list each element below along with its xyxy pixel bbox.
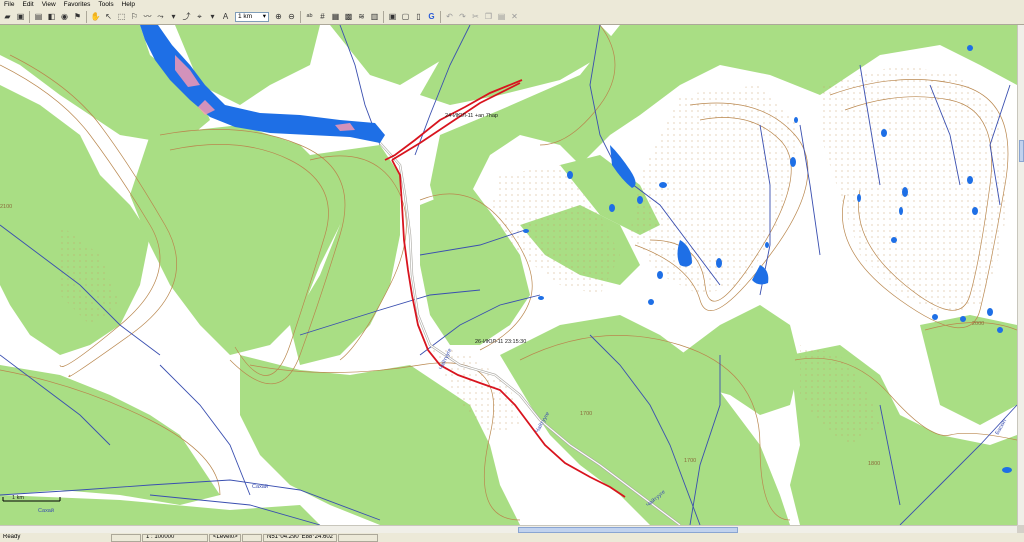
pan-hand-icon[interactable]: ✋: [91, 12, 101, 22]
map-view-icon[interactable]: ▣: [388, 12, 398, 22]
info-icon[interactable]: ▢: [401, 12, 411, 22]
grid-icon[interactable]: #: [318, 12, 328, 22]
waypoint-label-mid: 26-ИЮЛ-11 23:15:30: [475, 339, 526, 345]
measure-icon[interactable]: ▾: [169, 12, 179, 22]
status-blank: [242, 533, 262, 542]
map-scale-select[interactable]: 1 km ▾: [235, 11, 269, 22]
river-label-bottom: Сахай: [252, 483, 268, 490]
toolbar: ▰ ▣ ▤ ◧ ◉ ⚑ ✋ ↖ ⬚ ⚐ 〰 ⤳ ▾ ⤴ ⌖ ▾ A 1 km ▾…: [0, 9, 1024, 25]
elevation-label: 1800: [868, 461, 880, 467]
status-coordinates: N51°04.290' E88°24.602': [263, 533, 337, 542]
status-ready: Ready: [3, 534, 21, 540]
gps-icon[interactable]: ⌖: [195, 12, 205, 22]
menu-help[interactable]: Help: [118, 0, 139, 9]
zoom-box-icon[interactable]: ⬚: [117, 12, 127, 22]
status-blank: [111, 533, 141, 542]
status-bar: Ready 1 : 100000 <Level0> N51°04.290' E8…: [0, 533, 1024, 542]
toolbar-divider: [300, 10, 301, 23]
elevation-label: 2100: [0, 204, 12, 210]
abc-labels-icon[interactable]: ᵃᵇ: [305, 12, 315, 22]
map-scale-value: 1 km: [238, 12, 253, 20]
menu-view[interactable]: View: [38, 0, 60, 9]
open-folder-icon[interactable]: ▰: [3, 12, 13, 22]
terrain-icon[interactable]: ▩: [344, 12, 354, 22]
toolbar-divider: [29, 10, 30, 23]
waypoint-tool-icon[interactable]: ⚐: [130, 12, 140, 22]
waypoint-label-top: 24-ИЮЛ-11 +an 7hap: [445, 113, 498, 119]
undo-icon[interactable]: ↶: [445, 12, 455, 22]
river-label-left: Сахай: [38, 507, 54, 514]
elevation-label: 1700: [684, 458, 696, 464]
color-map-icon[interactable]: ▦: [331, 12, 341, 22]
toolbar-divider: [440, 10, 441, 23]
elevation-label: 1700: [580, 411, 592, 417]
dropdown-chevron-icon[interactable]: ▾: [208, 12, 218, 22]
chevron-down-icon: ▾: [262, 12, 266, 20]
route-icon[interactable]: ⚑: [73, 12, 83, 22]
horizontal-scrollbar[interactable]: [0, 525, 1017, 533]
zoom-out-icon[interactable]: ⊖: [287, 12, 297, 22]
select-arrow-icon[interactable]: ↖: [104, 12, 114, 22]
contours-icon[interactable]: ≋: [357, 12, 367, 22]
cut-icon[interactable]: ✂: [471, 12, 481, 22]
layers-icon[interactable]: ◧: [47, 12, 57, 22]
elevation-label: 2000: [972, 321, 984, 327]
save-icon[interactable]: ▣: [16, 12, 26, 22]
zoom-in-icon[interactable]: ⊕: [274, 12, 284, 22]
directions-icon[interactable]: ⤴: [182, 12, 192, 22]
menu-bar: File Edit View Favorites Tools Help: [0, 0, 1024, 9]
page-icon[interactable]: ▯: [414, 12, 424, 22]
track-tool-icon[interactable]: 〰: [143, 12, 153, 22]
status-level: <Level0>: [209, 533, 241, 542]
toolbar-divider: [86, 10, 87, 23]
vertical-scrollbar[interactable]: [1017, 25, 1024, 525]
menu-tools[interactable]: Tools: [94, 0, 117, 9]
topographic-map[interactable]: 24-ИЮЛ-11 +an 7hap 26-ИЮЛ-11 23:15:30 1 …: [0, 25, 1017, 525]
menu-file[interactable]: File: [0, 0, 18, 9]
scale-bar-label: 1 km: [12, 495, 24, 501]
status-blank: [338, 533, 378, 542]
relief-icon[interactable]: ▥: [370, 12, 380, 22]
route-tool-icon[interactable]: ⤳: [156, 12, 166, 22]
vertical-scroll-thumb[interactable]: [1019, 140, 1024, 162]
delete-icon[interactable]: ✕: [510, 12, 520, 22]
paste-icon[interactable]: ▤: [497, 12, 507, 22]
redo-icon[interactable]: ↷: [458, 12, 468, 22]
menu-edit[interactable]: Edit: [18, 0, 37, 9]
properties-icon[interactable]: ▤: [34, 12, 44, 22]
find-icon[interactable]: ◉: [60, 12, 70, 22]
text-tool-icon[interactable]: A: [221, 12, 231, 22]
toolbar-divider: [383, 10, 384, 23]
menu-favorites[interactable]: Favorites: [60, 0, 95, 9]
copy-icon[interactable]: ❐: [484, 12, 494, 22]
google-icon[interactable]: G: [427, 12, 437, 22]
status-scale: 1 : 100000: [142, 533, 208, 542]
map-view[interactable]: 24-ИЮЛ-11 +an 7hap 26-ИЮЛ-11 23:15:30 1 …: [0, 25, 1017, 525]
